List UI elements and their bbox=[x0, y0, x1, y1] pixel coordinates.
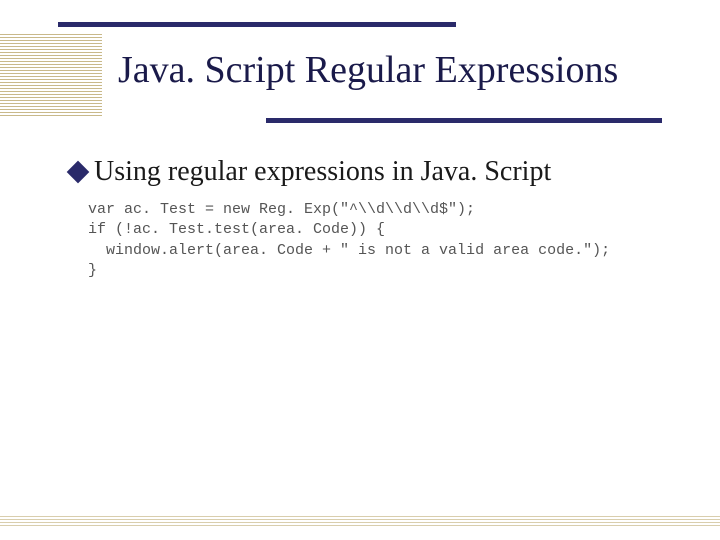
title-underline-rule bbox=[266, 118, 662, 123]
code-line: } bbox=[88, 262, 97, 279]
code-line: if (!ac. Test.test(area. Code)) { bbox=[88, 221, 385, 238]
code-line: var ac. Test = new Reg. Exp("^\\d\\d\\d$… bbox=[88, 201, 475, 218]
top-horizontal-rule bbox=[58, 22, 456, 27]
bullet-item: Using regular expressions in Java. Scrip… bbox=[70, 156, 551, 188]
diamond-bullet-icon bbox=[67, 161, 90, 184]
code-snippet: var ac. Test = new Reg. Exp("^\\d\\d\\d$… bbox=[88, 200, 610, 281]
decorative-stripes-footer bbox=[0, 516, 720, 526]
bullet-text: Using regular expressions in Java. Scrip… bbox=[94, 156, 551, 188]
decorative-stripes-left bbox=[0, 34, 102, 118]
code-line: window.alert(area. Code + " is not a val… bbox=[88, 242, 610, 259]
slide-title: Java. Script Regular Expressions bbox=[118, 48, 618, 92]
